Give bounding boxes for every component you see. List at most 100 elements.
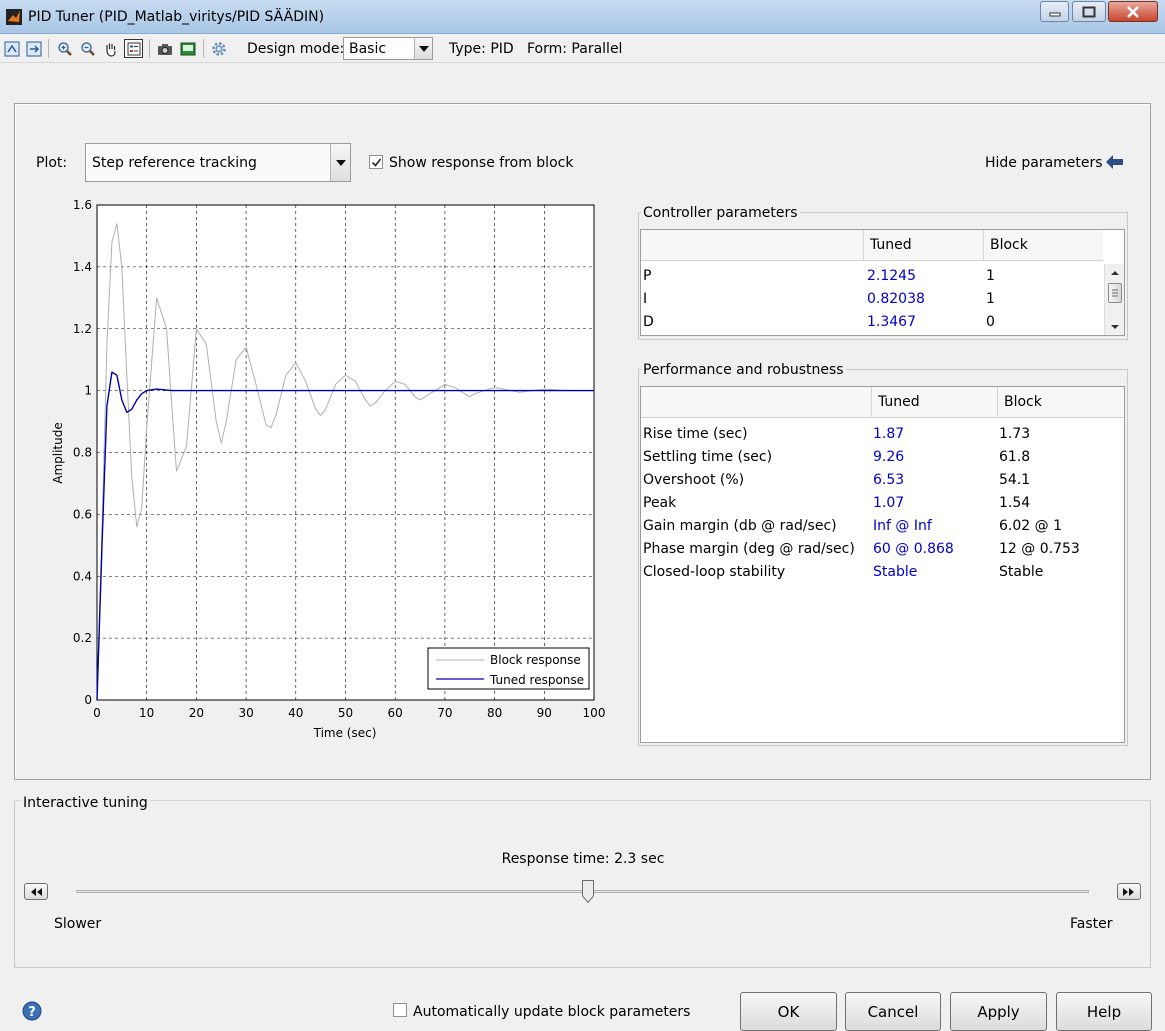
- response-time-label: Response time: 2.3 sec: [501, 851, 665, 867]
- x-tick-label: 30: [238, 706, 253, 720]
- arrow-left-icon[interactable]: [1106, 155, 1124, 169]
- y-tick-label: 0: [84, 693, 92, 707]
- perf-tuned-cell: 1.87: [873, 426, 905, 442]
- y-tick-label: 1.2: [73, 322, 92, 336]
- toolbar: Design mode: Basic Type: PID Form: Paral…: [0, 34, 1165, 63]
- design-mode-dropdown[interactable]: Basic: [343, 37, 433, 60]
- data-cursor-button[interactable]: [124, 39, 143, 58]
- help-button[interactable]: Help: [1056, 992, 1152, 1031]
- legend-label-block: Block response: [490, 653, 581, 667]
- import-plant-button[interactable]: [2, 39, 21, 58]
- perf-block-cell: 54.1: [999, 472, 1031, 488]
- zoom-out-button[interactable]: [78, 39, 97, 58]
- auto-update-checkbox[interactable]: [393, 1003, 407, 1017]
- step-response-chart: 0 10 20 30 40 50 60 70 80 90 100 0 0.2 0.4 0.6 0.8 1 1.2…: [51, 198, 605, 740]
- param-name-i: I: [643, 291, 648, 307]
- grip-icon: [1112, 289, 1118, 297]
- design-mode-label: Design mode:: [247, 41, 345, 57]
- perf-block-cell: 6.02 @ 1: [999, 518, 1062, 534]
- scroll-up-icon[interactable]: [1105, 266, 1125, 280]
- x-tick-label: 90: [537, 706, 552, 720]
- x-tick-label: 40: [288, 706, 303, 720]
- perf-tuned-cell: 9.26: [873, 449, 905, 465]
- options-button[interactable]: [209, 39, 228, 58]
- scroll-thumb[interactable]: [1108, 283, 1122, 303]
- data-cursor-icon: [127, 42, 140, 55]
- x-tick-label: 100: [583, 706, 606, 720]
- svg-text:?: ?: [28, 1005, 36, 1020]
- maximize-button[interactable]: [1072, 1, 1106, 22]
- ok-button[interactable]: OK: [740, 992, 837, 1031]
- help-icon[interactable]: ?: [22, 1001, 42, 1021]
- gear-icon: [211, 41, 226, 56]
- minimize-icon: [1049, 12, 1060, 16]
- zoom-in-button[interactable]: [55, 39, 74, 58]
- cancel-button[interactable]: Cancel: [845, 992, 941, 1031]
- perf-name-cell: Phase margin (deg @ rad/sec): [643, 541, 855, 557]
- response-time-slider-thumb[interactable]: [581, 880, 594, 903]
- y-tick-label: 0.4: [73, 569, 92, 583]
- checkmark-icon: [371, 157, 381, 167]
- chevron-down-icon: [330, 144, 350, 181]
- slower-step-button[interactable]: [24, 883, 48, 900]
- perf-name-cell: Closed-loop stability: [643, 564, 786, 580]
- export-button[interactable]: [24, 39, 43, 58]
- param-block-p: 1: [986, 268, 995, 284]
- slower-label: Slower: [54, 916, 102, 932]
- y-tick-label: 1.6: [73, 198, 92, 212]
- close-window-button[interactable]: [1108, 1, 1158, 22]
- param-name-p: P: [643, 268, 652, 284]
- double-chevron-right-icon: [1123, 887, 1134, 896]
- x-tick-label: 10: [139, 706, 154, 720]
- param-tuned-p: 2.1245: [867, 268, 916, 284]
- table-header: Tuned Block: [641, 387, 1124, 418]
- performance-table: Tuned Block Rise time (sec) 1.87 1.73 Settl…: [640, 386, 1125, 743]
- toolbar-separator: [149, 39, 150, 58]
- perf-name-cell: Rise time (sec): [643, 426, 748, 442]
- x-axis-label: Time (sec): [313, 726, 377, 740]
- performance-title: Performance and robustness: [641, 362, 846, 378]
- column-header-block: Block: [997, 387, 1124, 418]
- x-tick-label: 0: [93, 706, 101, 720]
- form-label: Form: Parallel: [527, 41, 623, 57]
- scroll-down-icon[interactable]: [1105, 320, 1125, 334]
- hide-parameters-link[interactable]: Hide parameters: [985, 155, 1103, 171]
- show-response-checkbox[interactable]: [369, 155, 383, 169]
- toolbar-separator: [203, 39, 204, 58]
- import-plant-icon: [4, 41, 19, 56]
- perf-tuned-cell: Inf @ Inf: [873, 518, 932, 534]
- perf-block-cell: 1.54: [999, 495, 1031, 511]
- zoom-in-icon: [57, 41, 72, 56]
- y-tick-label: 0.6: [73, 507, 92, 521]
- pan-button[interactable]: [101, 39, 120, 58]
- plot-type-value: Step reference tracking: [92, 154, 257, 171]
- maximize-icon: [1082, 6, 1096, 17]
- plot-type-dropdown[interactable]: Step reference tracking: [85, 143, 351, 182]
- perf-tuned-cell: Stable: [873, 564, 918, 580]
- display-icon: [180, 42, 195, 55]
- perf-name-cell: Overshoot (%): [643, 472, 745, 488]
- perf-name-cell: Peak: [643, 495, 677, 511]
- pan-hand-icon: [105, 43, 116, 57]
- apply-button[interactable]: Apply: [950, 992, 1047, 1031]
- display-button[interactable]: [178, 39, 197, 58]
- design-mode-value: Basic: [349, 40, 387, 57]
- camera-icon: [157, 43, 172, 55]
- table-scrollbar[interactable]: [1104, 264, 1125, 335]
- y-tick-label: 1: [84, 384, 92, 398]
- x-tick-label: 20: [189, 706, 204, 720]
- snapshot-button[interactable]: [155, 39, 174, 58]
- column-header-block: Block: [983, 230, 1103, 261]
- perf-tuned-cell: 1.07: [873, 495, 905, 511]
- x-tick-labels: 0 10 20 30 40 50 60 70 80 90 100: [93, 706, 605, 720]
- x-tick-label: 80: [487, 706, 502, 720]
- x-tick-label: 50: [338, 706, 353, 720]
- legend-label-tuned: Tuned response: [489, 673, 584, 687]
- zoom-out-icon: [80, 41, 95, 56]
- faster-step-button[interactable]: [1117, 883, 1141, 900]
- perf-name-cell: Settling time (sec): [643, 449, 773, 465]
- y-tick-label: 0.2: [73, 631, 92, 645]
- param-name-d: D: [643, 314, 654, 330]
- minimize-button[interactable]: [1040, 1, 1069, 22]
- controller-parameters-table: Tuned Block P 2.1245 1 I 0.82038 1 D 1.3…: [640, 229, 1125, 336]
